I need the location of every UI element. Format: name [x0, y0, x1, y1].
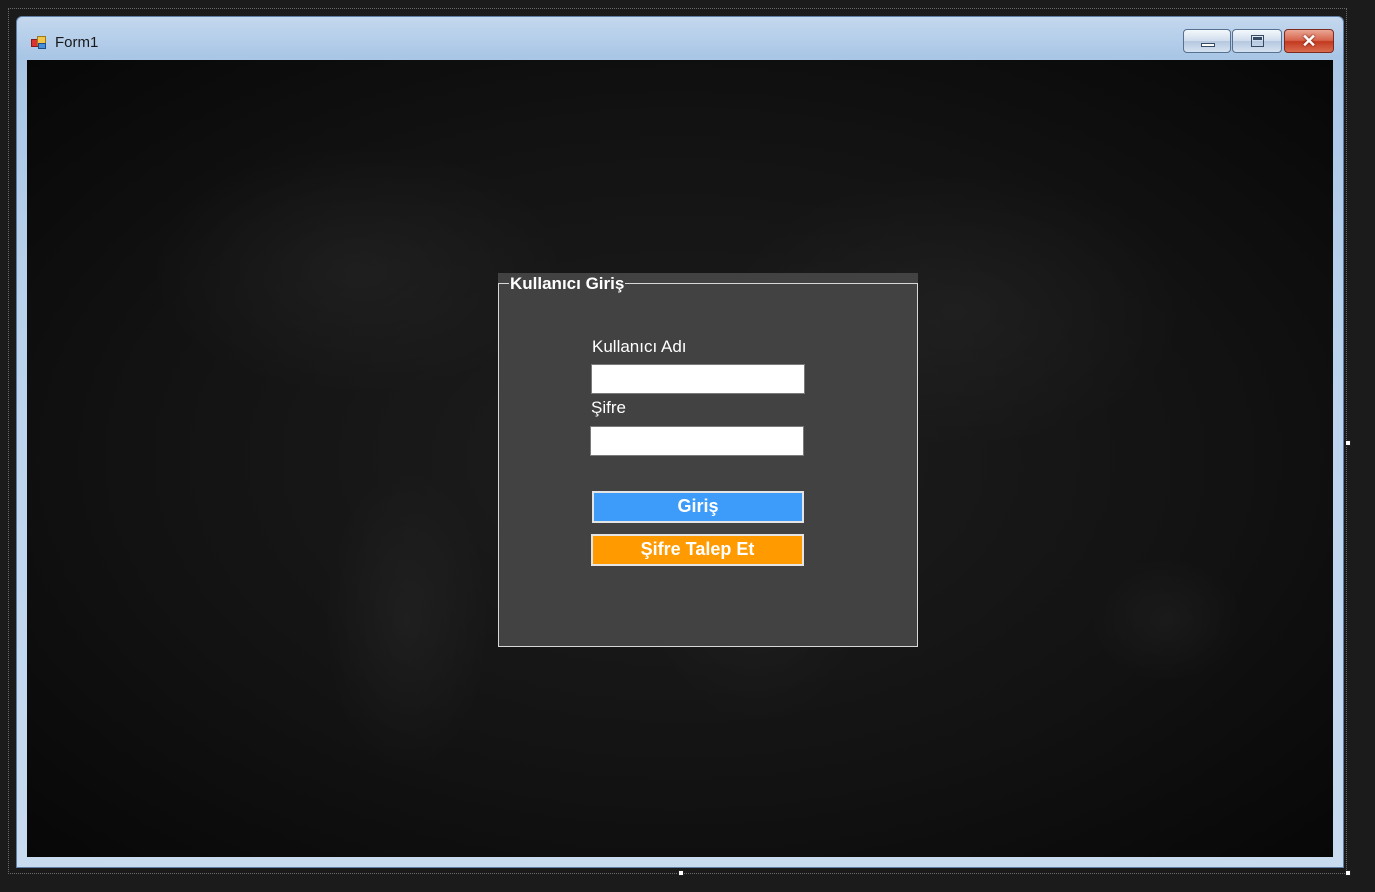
username-input[interactable] — [591, 364, 805, 394]
resize-grip-bottom[interactable] — [678, 870, 684, 876]
groupbox-border — [498, 283, 918, 647]
minimize-button[interactable] — [1183, 29, 1231, 53]
resize-grip-right[interactable] — [1345, 440, 1351, 446]
close-icon: ✕ — [1301, 31, 1317, 51]
maximize-icon — [1251, 35, 1264, 47]
login-groupbox: Kullanıcı Giriş Kullanıcı Adı Şifre Giri… — [498, 273, 918, 647]
close-button[interactable]: ✕ — [1284, 29, 1334, 53]
form-client-area: Kullanıcı Giriş Kullanıcı Adı Şifre Giri… — [27, 60, 1333, 857]
username-label: Kullanıcı Adı — [592, 337, 687, 356]
password-input[interactable] — [590, 426, 804, 456]
password-label: Şifre — [591, 398, 626, 417]
resize-grip-corner[interactable] — [1345, 870, 1351, 876]
window-title: Form1 — [55, 34, 99, 51]
form-window: Form1 ✕ Kullanıcı Giriş Kullanıcı Adı Şi… — [16, 16, 1344, 868]
login-button[interactable]: Giriş — [592, 491, 804, 523]
title-bar[interactable]: Form1 ✕ — [17, 17, 1343, 59]
maximize-button[interactable] — [1232, 29, 1282, 53]
minimize-icon — [1201, 43, 1215, 47]
request-password-button[interactable]: Şifre Talep Et — [591, 534, 804, 566]
groupbox-title: Kullanıcı Giriş — [509, 274, 626, 294]
windows-form-icon — [31, 36, 46, 49]
